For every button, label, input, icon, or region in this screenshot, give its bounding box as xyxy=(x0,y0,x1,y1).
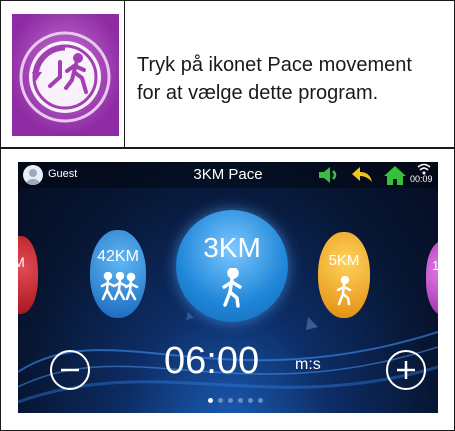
instruction-text: Tryk på ikonet Pace movement for at vælg… xyxy=(137,51,449,107)
instruction-line-2: for at vælge dette program. xyxy=(137,82,379,104)
runners-icon xyxy=(100,272,139,301)
program-label: M xyxy=(18,254,25,270)
instruction-row: Tryk på ikonet Pace movement for at vælg… xyxy=(1,1,454,149)
program-bubble-42km[interactable]: 42KM xyxy=(90,230,146,318)
clock: 00:09 xyxy=(410,174,433,184)
decrease-button[interactable] xyxy=(50,350,90,390)
program-label: 10 xyxy=(432,258,438,273)
page-indicator xyxy=(208,398,268,404)
runner-icon xyxy=(336,276,352,306)
program-bubble-3km[interactable]: 3KM xyxy=(176,210,288,322)
program-label: 5KM xyxy=(328,252,360,269)
treadmill-screen: Guest 3KM Pace 00:09 M 42KM 3KM 5KM 1 06… xyxy=(18,162,438,413)
back-arrow-icon[interactable] xyxy=(350,164,376,186)
page-dot[interactable] xyxy=(228,398,233,403)
page-dot[interactable] xyxy=(208,398,213,403)
minus-icon xyxy=(61,368,79,372)
page-dot[interactable] xyxy=(218,398,223,403)
runner-icon xyxy=(222,268,242,308)
page-dot[interactable] xyxy=(258,398,263,403)
pace-unit: m:s xyxy=(295,356,321,373)
icon-cell xyxy=(1,1,125,147)
page-dot[interactable] xyxy=(238,398,243,403)
instruction-table: Tryk på ikonet Pace movement for at vælg… xyxy=(0,0,455,431)
volume-icon[interactable] xyxy=(316,164,342,186)
program-bubble-5km[interactable]: 5KM xyxy=(318,232,370,318)
program-label: 3KM xyxy=(203,232,261,263)
increase-button[interactable] xyxy=(386,350,426,390)
program-label: 42KM xyxy=(97,248,139,265)
status-bar: Guest 3KM Pace 00:09 xyxy=(18,162,438,188)
instruction-line-1: Tryk på ikonet Pace movement xyxy=(137,54,412,76)
page-dot[interactable] xyxy=(248,398,253,403)
pace-movement-icon[interactable] xyxy=(12,14,119,136)
plus-icon xyxy=(397,361,415,379)
home-icon[interactable] xyxy=(382,164,408,186)
pace-value: 06:00 xyxy=(164,340,260,382)
screenshot-row: Guest 3KM Pace 00:09 M 42KM 3KM 5KM 1 06… xyxy=(1,149,454,430)
